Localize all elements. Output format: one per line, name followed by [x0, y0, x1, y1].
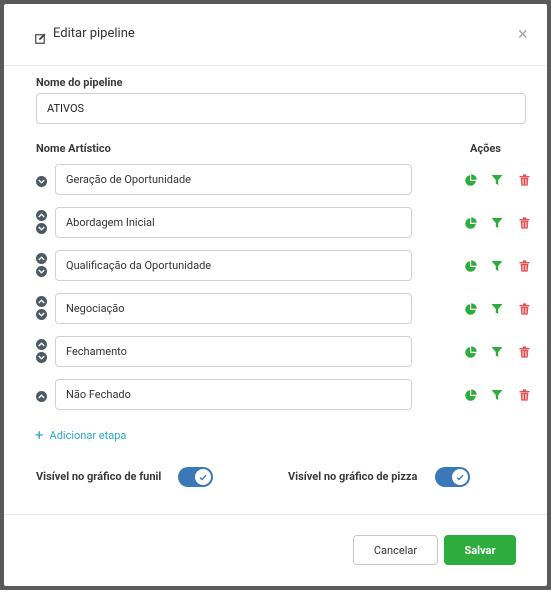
pie-chart-icon[interactable]	[463, 173, 477, 187]
trash-icon[interactable]	[517, 259, 531, 273]
chevron-down-icon[interactable]	[36, 223, 47, 234]
edit-icon	[35, 29, 46, 48]
pipeline-name-input[interactable]	[36, 93, 526, 124]
filter-icon[interactable]	[490, 302, 504, 316]
funnel-visibility-label: Visível no gráfico de funil	[36, 470, 162, 483]
close-icon[interactable]: ×	[518, 25, 528, 45]
trash-icon[interactable]	[517, 216, 531, 230]
pie-chart-icon[interactable]	[463, 216, 477, 230]
trash-icon[interactable]	[517, 388, 531, 402]
stage-name-input[interactable]	[55, 379, 412, 410]
stage-row	[4, 336, 547, 368]
chevron-up-icon[interactable]	[36, 296, 47, 307]
cancel-button[interactable]: Cancelar	[353, 535, 438, 565]
stage-name-input[interactable]	[55, 336, 412, 367]
add-stage-label: Adicionar etapa	[49, 429, 127, 442]
check-icon	[195, 469, 211, 485]
stage-row	[4, 164, 547, 196]
filter-icon[interactable]	[490, 259, 504, 273]
filter-icon[interactable]	[490, 173, 504, 187]
chevron-down-icon[interactable]	[36, 309, 47, 320]
chevron-up-icon[interactable]	[36, 253, 47, 264]
filter-icon[interactable]	[490, 345, 504, 359]
stage-name-column-label: Nome Artístico	[36, 142, 111, 155]
edit-pipeline-dialog: Editar pipeline × Nome do pipeline Nome …	[4, 4, 547, 586]
pie-chart-icon[interactable]	[463, 302, 477, 316]
stage-row	[4, 293, 547, 325]
check-icon	[452, 469, 468, 485]
chevron-up-icon[interactable]	[36, 210, 47, 221]
pie-chart-icon[interactable]	[463, 388, 477, 402]
pie-chart-icon[interactable]	[463, 259, 477, 273]
pie-chart-icon[interactable]	[463, 345, 477, 359]
funnel-visibility-toggle[interactable]	[178, 467, 213, 487]
plus-icon: +	[35, 426, 44, 444]
filter-icon[interactable]	[490, 388, 504, 402]
stage-name-input[interactable]	[55, 250, 412, 281]
chevron-down-icon[interactable]	[36, 176, 47, 187]
stage-row	[4, 207, 547, 239]
stage-name-input[interactable]	[55, 164, 412, 195]
dialog-header: Editar pipeline ×	[4, 4, 547, 66]
stage-row	[4, 250, 547, 282]
filter-icon[interactable]	[490, 216, 504, 230]
trash-icon[interactable]	[517, 173, 531, 187]
add-stage-link[interactable]: + Adicionar etapa	[35, 428, 126, 443]
actions-column-label: Ações	[470, 142, 501, 155]
trash-icon[interactable]	[517, 302, 531, 316]
trash-icon[interactable]	[517, 345, 531, 359]
save-button[interactable]: Salvar	[444, 535, 516, 565]
stage-name-input[interactable]	[55, 293, 412, 324]
pipeline-name-label: Nome do pipeline	[36, 76, 123, 89]
chevron-up-icon[interactable]	[36, 391, 47, 402]
pie-visibility-label: Visível no gráfico de pizza	[288, 470, 418, 483]
dialog-title: Editar pipeline	[53, 26, 135, 41]
chevron-up-icon[interactable]	[36, 339, 47, 350]
chevron-down-icon[interactable]	[36, 266, 47, 277]
stage-name-input[interactable]	[55, 207, 412, 238]
stage-row	[4, 379, 547, 411]
pie-visibility-toggle[interactable]	[435, 467, 470, 487]
chevron-down-icon[interactable]	[36, 352, 47, 363]
footer-divider	[4, 514, 547, 515]
